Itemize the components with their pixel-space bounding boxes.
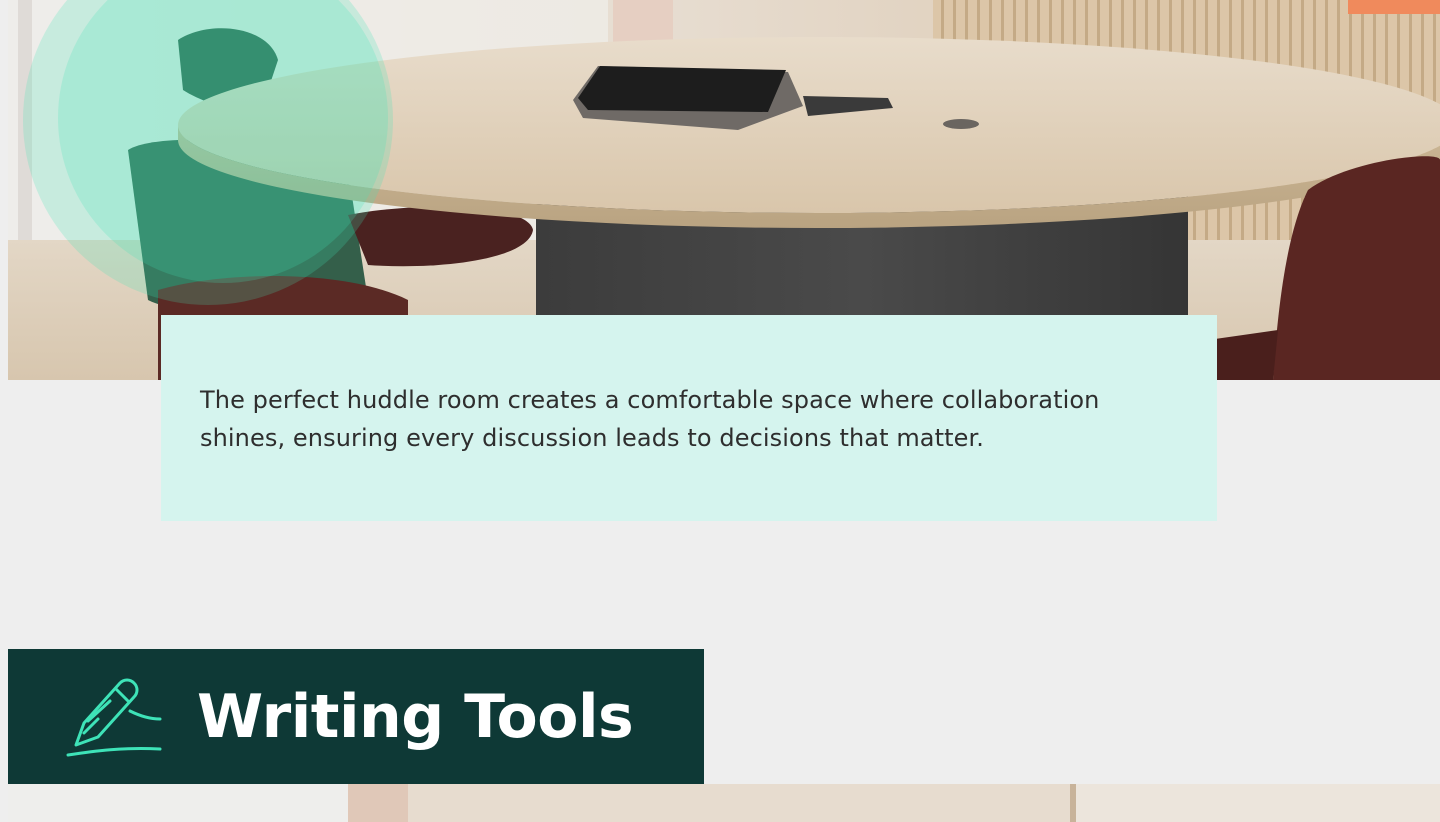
section-title: Writing Tools: [197, 681, 634, 752]
caption-card: The perfect huddle room creates a comfor…: [161, 315, 1217, 521]
section-header-writing-tools: Writing Tools: [8, 649, 704, 784]
caption-text: The perfect huddle room creates a comfor…: [200, 386, 1100, 452]
pen-writing-icon: [64, 675, 164, 759]
writing-tools-image: [8, 784, 1440, 822]
page: The perfect huddle room creates a comfor…: [0, 0, 1440, 822]
